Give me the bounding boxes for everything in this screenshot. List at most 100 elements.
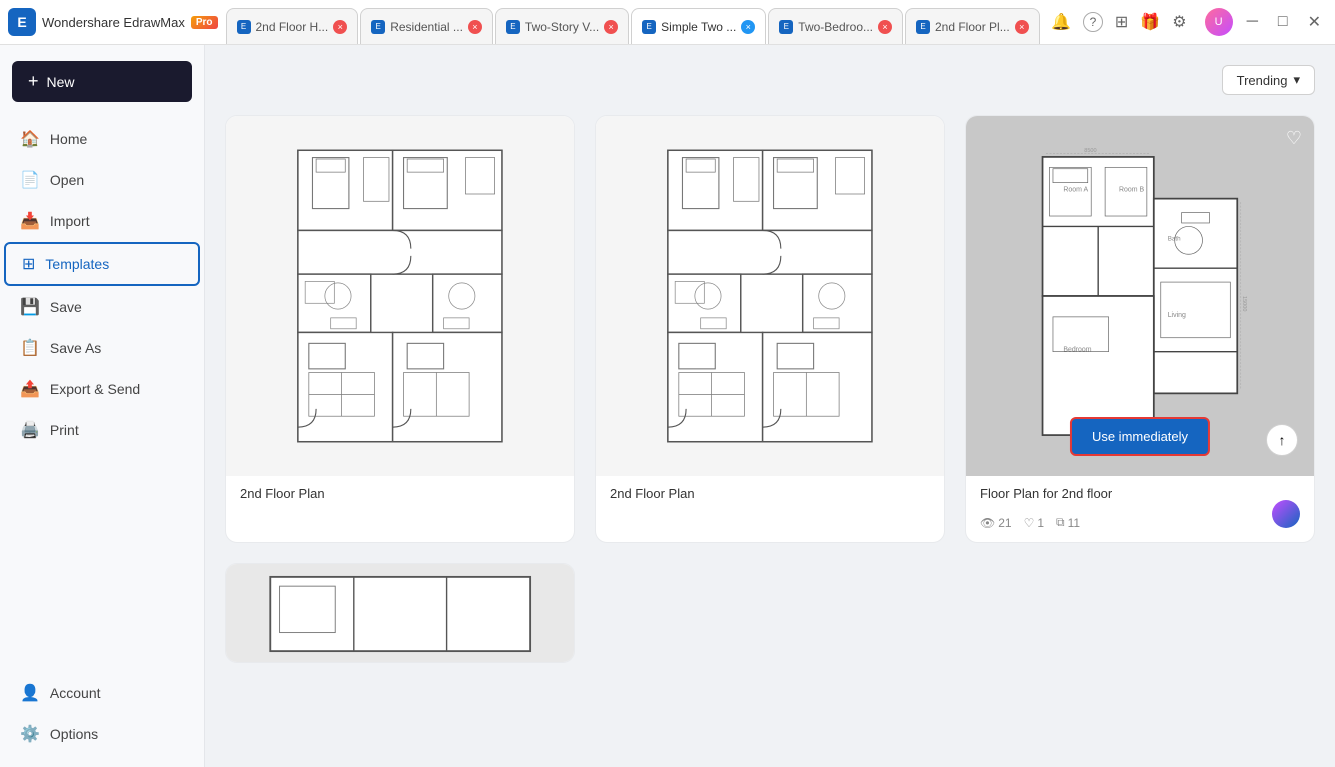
sidebar-item-save-as[interactable]: 📋 Save As — [4, 328, 200, 368]
floor-plan-svg-4 — [261, 564, 539, 663]
app-name: Wondershare EdrawMax — [42, 15, 185, 30]
template-preview — [596, 116, 944, 476]
likes-stat: ♡ 1 — [1024, 516, 1044, 530]
template-title: 2nd Floor Plan — [226, 476, 574, 511]
floor-plan-svg-3: Room A Room B Bath Living Bedroom — [992, 143, 1288, 449]
tab-close-button[interactable]: × — [878, 20, 892, 34]
sidebar-item-print[interactable]: 🖨️ Print — [4, 410, 200, 450]
tab-tab4[interactable]: E Simple Two ... × — [631, 8, 766, 44]
title-bar: E Wondershare EdrawMax Pro E 2nd Floor H.… — [0, 0, 1335, 45]
tab-close-button[interactable]: × — [1015, 20, 1029, 34]
sidebar-bottom: 👤 Account ⚙️Options — [0, 672, 204, 767]
sidebar-item-label: Save — [50, 299, 82, 315]
main-layout: + New 🏠 Home 📄Open📥Import⊞Templates 💾 Save 📋 S… — [0, 45, 1335, 767]
tab-tab1[interactable]: E 2nd Floor H... × — [226, 8, 359, 44]
question-icon[interactable]: ? — [1083, 12, 1103, 32]
tab-icon: E — [642, 20, 656, 34]
title-bar-icons: 🔔 ? ⊞ 🎁 ⚙ — [1041, 12, 1197, 32]
tab-label: Simple Two ... — [661, 20, 736, 34]
tab-tab6[interactable]: E2nd Floor Pl...× — [905, 8, 1040, 44]
grid-icon[interactable]: ⊞ — [1115, 12, 1128, 32]
export-icon: 📤 — [20, 379, 40, 399]
sidebar-item-label: Home — [50, 131, 87, 147]
svg-text:Room B: Room B — [1119, 187, 1144, 194]
close-button[interactable]: ✕ — [1302, 10, 1327, 34]
svg-text:Living: Living — [1168, 312, 1186, 319]
content-header: Trending ▾ — [225, 65, 1315, 95]
sidebar-bottom-item-account[interactable]: 👤 Account — [4, 673, 200, 713]
new-label: New — [47, 74, 75, 90]
tab-tab3[interactable]: ETwo-Story V...× — [495, 8, 629, 44]
content-area: Trending ▾ — [205, 45, 1335, 767]
sidebar-item-label: Print — [50, 422, 79, 438]
sidebar-item-home[interactable]: 🏠 Home — [4, 119, 200, 159]
trending-label: Trending — [1237, 73, 1288, 88]
options-icon: ⚙️ — [20, 724, 40, 744]
tab-close-button[interactable]: × — [468, 20, 482, 34]
tab-label: 2nd Floor H... — [256, 20, 329, 34]
sidebar-item-templates[interactable]: ⊞Templates — [4, 242, 200, 286]
template-title-3: Floor Plan for 2nd floor — [966, 476, 1314, 511]
save-as-icon: 📋 — [20, 338, 40, 358]
tab-tab2[interactable]: E Residential ... × — [360, 8, 493, 44]
print-icon: 🖨️ — [20, 420, 40, 440]
template-card-hovered[interactable]: Room A Room B Bath Living Bedroom — [965, 115, 1315, 543]
template-title: 2nd Floor Plan — [596, 476, 944, 511]
scroll-top-button[interactable]: ↑ — [1266, 424, 1298, 456]
window-controls: U ─ □ ✕ — [1197, 8, 1335, 36]
templates-grid: 2nd Floor Plan — [225, 115, 1315, 663]
open-icon: 📄 — [20, 170, 40, 190]
heart-icon[interactable]: ♡ — [1286, 128, 1302, 149]
tab-icon: E — [237, 20, 251, 34]
tab-icon: E — [506, 20, 520, 34]
bell-icon[interactable]: 🔔 — [1051, 12, 1071, 32]
svg-text:15000: 15000 — [1241, 296, 1247, 311]
template-preview-hovered: Room A Room B Bath Living Bedroom — [966, 116, 1314, 476]
trending-dropdown[interactable]: Trending ▾ — [1222, 65, 1315, 95]
floor-plan-svg-1 — [252, 143, 548, 449]
template-preview — [226, 116, 574, 476]
tab-icon: E — [371, 20, 385, 34]
new-button[interactable]: + New — [12, 61, 192, 102]
copies-stat: ⧉ 11 — [1056, 515, 1080, 530]
tab-tab5[interactable]: ETwo-Bedroo...× — [768, 8, 903, 44]
minimize-button[interactable]: ─ — [1241, 11, 1264, 33]
gift-icon[interactable]: 🎁 — [1140, 12, 1160, 32]
sidebar-bottom-item-label: Account — [50, 685, 101, 701]
tab-close-button[interactable]: × — [741, 20, 755, 34]
floor-plan-svg-2 — [622, 143, 918, 449]
chevron-down-icon: ▾ — [1293, 72, 1300, 88]
svg-text:Room A: Room A — [1063, 187, 1088, 194]
tab-close-button[interactable]: × — [604, 20, 618, 34]
views-stat: 👁 21 — [980, 516, 1012, 530]
user-avatar[interactable]: U — [1205, 8, 1233, 36]
new-plus-icon: + — [28, 71, 39, 92]
sidebar-bottom-item-options[interactable]: ⚙️Options — [4, 714, 200, 754]
sidebar-item-label: Export & Send — [50, 381, 140, 397]
maximize-button[interactable]: □ — [1272, 11, 1294, 33]
template-preview-partial — [226, 564, 574, 663]
tab-close-button[interactable]: × — [333, 20, 347, 34]
sidebar-item-save[interactable]: 💾 Save — [4, 287, 200, 327]
use-immediately-button[interactable]: Use immediately — [1070, 417, 1210, 456]
settings-icon[interactable]: ⚙ — [1172, 12, 1186, 32]
account-icon: 👤 — [20, 683, 40, 703]
eye-icon: 👁 — [980, 516, 995, 530]
template-card[interactable]: 2nd Floor Plan — [595, 115, 945, 543]
sidebar-item-open[interactable]: 📄Open — [4, 160, 200, 200]
sidebar: + New 🏠 Home 📄Open📥Import⊞Templates 💾 Save 📋 S… — [0, 45, 205, 767]
template-card[interactable]: 2nd Floor Plan — [225, 115, 575, 543]
tab-icon: E — [916, 20, 930, 34]
tab-label: Residential ... — [390, 20, 463, 34]
sidebar-item-import[interactable]: 📥Import — [4, 201, 200, 241]
tabs-bar: E2nd Floor H...×EResidential ...×ETwo-St… — [226, 0, 1041, 44]
templates-icon: ⊞ — [22, 254, 35, 274]
import-icon: 📥 — [20, 211, 40, 231]
sidebar-item-export[interactable]: 📤 Export & Send — [4, 369, 200, 409]
tab-icon: E — [779, 20, 793, 34]
home-icon: 🏠 — [20, 129, 40, 149]
save-icon: 💾 — [20, 297, 40, 317]
sidebar-item-label: Save As — [50, 340, 101, 356]
template-card-partial[interactable] — [225, 563, 575, 663]
pro-badge: Pro — [191, 16, 218, 29]
